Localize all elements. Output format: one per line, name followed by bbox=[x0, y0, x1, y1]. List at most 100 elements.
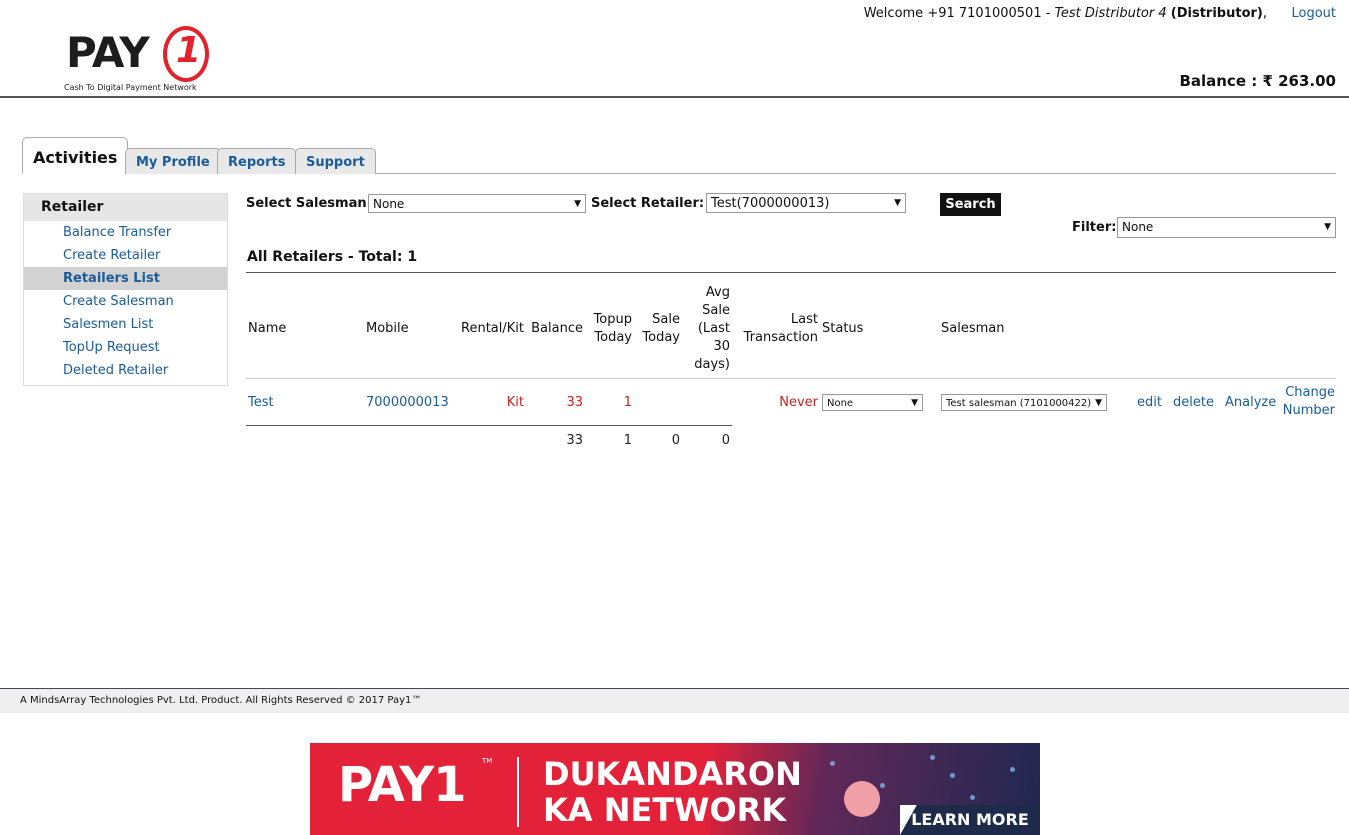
delete-link[interactable]: delete bbox=[1173, 394, 1214, 412]
filter-select-value: None bbox=[1122, 220, 1154, 234]
network-dot-icon bbox=[970, 795, 975, 800]
sidebar-item-deleted-retailer[interactable]: Deleted Retailer bbox=[24, 359, 227, 382]
column-header-sale-line2: Today bbox=[642, 330, 680, 345]
column-header-sale-today: Sale Today bbox=[636, 311, 680, 347]
account-balance: Balance : ₹ 263.00 bbox=[1179, 72, 1336, 90]
welcome-message: Welcome +91 7101000501 - Test Distributo… bbox=[864, 6, 1267, 21]
chevron-down-icon: ▼ bbox=[911, 398, 918, 408]
column-header-last-line1: Last bbox=[790, 312, 818, 327]
banner-logo: PAY1 bbox=[338, 757, 466, 813]
salesman-select[interactable]: None ▼ bbox=[368, 194, 586, 213]
column-header-rental-kit: Rental/Kit bbox=[461, 321, 524, 336]
network-dot-icon bbox=[830, 761, 835, 766]
logo-word: PAY bbox=[66, 28, 150, 77]
column-header-avg-line4: 30 bbox=[713, 339, 730, 354]
shopkeeper-avatar-icon bbox=[844, 781, 880, 817]
status-select-value: None bbox=[827, 398, 854, 409]
banner-headline-line2: KA NETWORK bbox=[543, 791, 787, 829]
search-button[interactable]: Search bbox=[940, 193, 1001, 216]
banner-separator bbox=[517, 757, 519, 827]
total-topup-today: 1 bbox=[623, 433, 632, 448]
welcome-prefix: Welcome +91 7101000501 - bbox=[863, 6, 1055, 21]
total-avg-sale: 0 bbox=[721, 433, 730, 448]
retailer-select-value: Test(7000000013) bbox=[711, 196, 830, 211]
sidebar-heading: Retailer bbox=[24, 194, 227, 221]
sidebar-item-topup-request[interactable]: TopUp Request bbox=[24, 336, 227, 359]
banner-trademark: TM bbox=[482, 757, 493, 765]
salesman-select-label: Select Salesman: bbox=[246, 196, 372, 211]
retailer-salesman-select[interactable]: Test salesman (7101000422) ▼ bbox=[941, 394, 1107, 411]
chevron-down-icon: ▼ bbox=[574, 199, 581, 209]
change-number-line2: Number bbox=[1282, 403, 1335, 418]
change-number-link[interactable]: Change Number bbox=[1281, 384, 1335, 420]
logo-one: 1 bbox=[176, 30, 202, 71]
column-header-last-line2: Transaction bbox=[743, 330, 818, 345]
retailers-list-title: All Retailers - Total: 1 bbox=[247, 249, 418, 265]
sidebar-item-create-retailer[interactable]: Create Retailer bbox=[24, 244, 227, 267]
logo-tagline: Cash To Digital Payment Network bbox=[64, 83, 197, 92]
retailer-select[interactable]: Test(7000000013) ▼ bbox=[706, 193, 906, 213]
salesman-select-value: Test salesman (7101000422) bbox=[946, 398, 1092, 409]
tab-activities[interactable]: Activities bbox=[22, 137, 129, 174]
user-name: Test Distributor 4 bbox=[1054, 6, 1167, 21]
retailer-topup-today: 1 bbox=[623, 395, 632, 410]
retailer-balance: 33 bbox=[566, 395, 583, 410]
column-header-sale-line1: Sale bbox=[652, 312, 680, 327]
analyze-link[interactable]: Analyze bbox=[1225, 394, 1276, 412]
filter-select[interactable]: None ▼ bbox=[1117, 217, 1336, 238]
tab-my-profile[interactable]: My Profile bbox=[125, 148, 221, 174]
network-dot-icon bbox=[930, 755, 935, 760]
totals-divider bbox=[246, 425, 732, 426]
table-row: Test 7000000013 Kit 33 1 Never None ▼ Te… bbox=[246, 384, 1336, 420]
network-dot-icon bbox=[880, 783, 885, 788]
retailer-sidebar: Retailer Balance Transfer Create Retaile… bbox=[23, 193, 228, 386]
chevron-down-icon: ▼ bbox=[1095, 398, 1102, 408]
sidebar-item-create-salesman[interactable]: Create Salesman bbox=[24, 290, 227, 313]
column-header-name: Name bbox=[248, 321, 287, 336]
banner-headline-line1: DUKANDARON bbox=[543, 755, 802, 793]
footer-copyright: A MindsArray Technologies Pvt. Ltd. Prod… bbox=[20, 695, 422, 706]
filter-label: Filter: bbox=[1072, 220, 1117, 235]
sidebar-item-retailers-list[interactable]: Retailers List bbox=[24, 267, 227, 290]
sidebar-item-salesmen-list[interactable]: Salesmen List bbox=[24, 313, 227, 336]
page-footer: A MindsArray Technologies Pvt. Ltd. Prod… bbox=[0, 689, 1349, 713]
column-header-avg-line5: days) bbox=[694, 357, 730, 372]
user-role: (Distributor) bbox=[1170, 6, 1263, 21]
column-header-salesman: Salesman bbox=[941, 321, 1005, 336]
learn-more-label: LEARN MORE bbox=[900, 805, 1040, 835]
edit-link[interactable]: edit bbox=[1137, 394, 1162, 412]
pay1-logo[interactable]: PAY 1 Cash To Digital Payment Network bbox=[64, 24, 212, 96]
chevron-down-icon: ▼ bbox=[1324, 222, 1331, 232]
main-tabs: Activities My Profile Reports Support bbox=[22, 135, 1336, 174]
column-header-avg-line2: Sale bbox=[702, 303, 730, 318]
column-header-status: Status bbox=[822, 321, 864, 336]
sidebar-item-balance-transfer[interactable]: Balance Transfer bbox=[24, 221, 227, 244]
salesman-select-value: None bbox=[373, 197, 405, 211]
retailer-name-link[interactable]: Test bbox=[248, 394, 274, 412]
retailer-mobile-link[interactable]: 7000000013 bbox=[366, 394, 449, 412]
total-balance: 33 bbox=[566, 433, 583, 448]
chevron-down-icon: ▼ bbox=[894, 198, 901, 208]
promo-banner[interactable]: PAY1 TM DUKANDARON KA NETWORK LEARN MORE bbox=[310, 743, 1040, 835]
column-header-topup-today: Topup Today bbox=[584, 311, 632, 347]
retailer-status-select[interactable]: None ▼ bbox=[822, 394, 923, 411]
tab-support[interactable]: Support bbox=[295, 148, 376, 174]
network-dot-icon bbox=[950, 773, 955, 778]
column-header-avg-sale: Avg Sale (Last 30 days) bbox=[686, 284, 730, 374]
network-dot-icon bbox=[1010, 767, 1015, 772]
logout-link[interactable]: Logout bbox=[1291, 6, 1336, 21]
retailer-rental-kit: Kit bbox=[506, 395, 524, 410]
column-header-balance: Balance bbox=[531, 321, 583, 336]
retailer-last-transaction: Never bbox=[779, 395, 818, 410]
list-divider-top bbox=[246, 272, 1336, 273]
header-row-divider bbox=[246, 378, 1336, 379]
column-header-topup-line2: Today bbox=[594, 330, 632, 345]
learn-more-button[interactable]: LEARN MORE bbox=[900, 805, 1040, 835]
welcome-suffix: , bbox=[1262, 6, 1267, 21]
column-header-avg-line3: (Last bbox=[697, 321, 730, 336]
column-header-last-transaction: Last Transaction bbox=[736, 311, 818, 347]
tab-reports[interactable]: Reports bbox=[217, 148, 297, 174]
retailer-select-label: Select Retailer: bbox=[591, 196, 705, 211]
total-sale-today: 0 bbox=[671, 433, 680, 448]
column-header-mobile: Mobile bbox=[366, 321, 409, 336]
